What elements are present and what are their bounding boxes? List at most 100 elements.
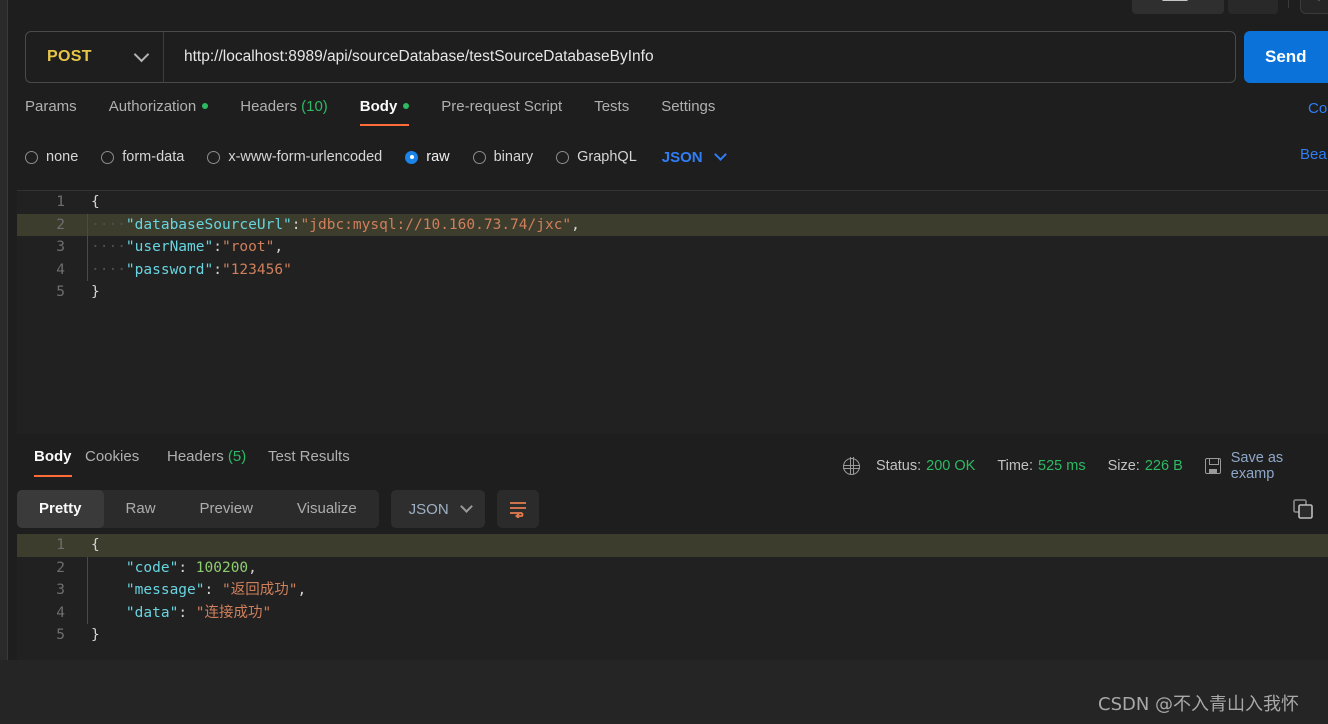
window-chrome-strip: [0, 0, 1328, 20]
time-value: 525 ms: [1038, 458, 1086, 474]
response-toolbar: Pretty Raw Preview Visualize JSON: [17, 490, 539, 528]
code-line: 4 "data": "连接成功": [17, 601, 1328, 625]
chrome-tab-fragment[interactable]: [1132, 0, 1224, 14]
status-label: Status:: [876, 458, 922, 474]
indent-guide: [87, 213, 88, 236]
body-type-label: GraphQL: [577, 149, 637, 165]
token-pun: [91, 582, 126, 598]
radio-icon: [472, 150, 486, 164]
token-key: "password": [125, 261, 214, 278]
radio-icon: [207, 150, 221, 164]
chrome-tab-fragment-2[interactable]: [1228, 0, 1278, 14]
request-tab-label: Body: [359, 98, 398, 115]
code-text: ····"password":"123456": [91, 259, 292, 282]
line-number: 3: [56, 239, 65, 255]
body-type-label: raw: [426, 149, 450, 165]
indent-guide: [87, 258, 88, 281]
view-mode-preview[interactable]: Preview: [178, 490, 275, 528]
code-line: 5}: [17, 624, 1328, 647]
response-tab-body[interactable]: Body: [34, 448, 72, 477]
status-value: 200 OK: [926, 458, 976, 474]
send-button[interactable]: Send: [1244, 31, 1328, 83]
code-line: 5}: [17, 281, 1328, 304]
code-line: 1{: [17, 191, 1328, 214]
request-format-selector[interactable]: JSON: [661, 148, 727, 166]
token-str: "jdbc:mysql://10.160.73.74/jxc": [300, 216, 572, 233]
body-type-label: none: [46, 149, 79, 165]
request-tab-label: Authorization: [108, 98, 197, 115]
code-line: 3 ····"userName":"root",: [17, 236, 1328, 259]
token-pun: :: [178, 559, 196, 576]
token-ws: ····: [91, 261, 126, 278]
copy-icon: [1293, 499, 1313, 519]
request-tab-body[interactable]: Body: [359, 98, 410, 126]
save-icon: [1204, 458, 1221, 474]
body-type-radio-binary[interactable]: binary: [472, 149, 533, 165]
code-text: {: [91, 534, 100, 557]
response-tab-test-results[interactable]: Test Results: [268, 448, 350, 477]
code-line: 2 "code": 100200,: [17, 556, 1328, 579]
token-str: "123456": [221, 261, 292, 278]
token-pun: :: [204, 582, 222, 598]
radio-icon: [405, 150, 419, 164]
response-format-label: JSON: [408, 500, 449, 518]
token-pun: [91, 605, 126, 621]
view-mode-raw[interactable]: Raw: [104, 490, 178, 528]
code-text: ····"userName":"root",: [91, 236, 283, 259]
beautify-link[interactable]: Bea: [1300, 146, 1327, 163]
request-tab-params[interactable]: Params: [25, 98, 77, 126]
code-line: 1{: [17, 534, 1328, 557]
response-tab-label: Body: [34, 448, 72, 465]
time-badge: Time: 525 ms: [997, 458, 1085, 474]
token-pun: :: [291, 216, 301, 233]
save-as-example-link[interactable]: Save as examp: [1231, 450, 1328, 482]
line-number: 2: [56, 216, 65, 233]
request-format-label: JSON: [661, 148, 703, 166]
url-bar-row: POST Send: [25, 31, 1328, 83]
code-text: {: [91, 191, 100, 214]
response-body-editor[interactable]: 1{2 "code": 100200, 3 "message": "返回成功", 4…: [17, 534, 1328, 660]
request-tab-headers[interactable]: Headers (10): [240, 98, 328, 126]
view-mode-pretty[interactable]: Pretty: [17, 490, 104, 528]
url-input[interactable]: [164, 32, 1235, 82]
copy-button[interactable]: [1292, 498, 1314, 520]
word-wrap-icon: [509, 502, 526, 518]
request-body-editor[interactable]: 1{2 ····"databaseSourceUrl":"jdbc:mysql:/…: [17, 190, 1328, 434]
token-key: "data": [125, 604, 179, 621]
request-tab-pre-request-script[interactable]: Pre-request Script: [441, 98, 562, 126]
request-tab-tests[interactable]: Tests: [594, 98, 629, 126]
http-method-label: POST: [47, 48, 92, 65]
request-tab-settings[interactable]: Settings: [661, 98, 715, 126]
line-number: 5: [56, 284, 65, 300]
url-box: POST: [25, 31, 1236, 83]
body-type-radio-x-www-form-urlencoded[interactable]: x-www-form-urlencoded: [207, 149, 382, 165]
token-ws: ····: [91, 239, 126, 255]
response-tab-label: Test Results: [268, 448, 350, 465]
size-value: 226 B: [1144, 458, 1183, 474]
view-mode-visualize[interactable]: Visualize: [275, 490, 379, 528]
token-ws: ····: [91, 216, 126, 233]
word-wrap-button[interactable]: [496, 490, 539, 528]
token-pun: ,: [571, 216, 580, 233]
body-type-radio-GraphQL[interactable]: GraphQL: [556, 149, 637, 165]
line-number: 4: [56, 604, 65, 621]
modified-dot-icon: [202, 103, 209, 109]
code-text: "data": "连接成功": [91, 602, 271, 625]
body-type-radio-raw[interactable]: raw: [405, 149, 450, 165]
body-type-radio-form-data[interactable]: form-data: [101, 149, 184, 165]
request-tab-count: (10): [296, 98, 328, 115]
token-pun: }: [91, 284, 100, 300]
size-badge: Size: 226 B: [1108, 458, 1183, 474]
chrome-tab-dash: [1162, 0, 1188, 1]
body-type-radio-none[interactable]: none: [25, 149, 78, 165]
indent-guide: [87, 556, 88, 579]
request-tab-authorization[interactable]: Authorization: [109, 98, 209, 126]
response-tab-cookies[interactable]: Cookies: [85, 448, 139, 477]
cookies-link[interactable]: Co: [1308, 100, 1327, 117]
response-tab-headers[interactable]: Headers (5): [167, 448, 246, 477]
token-pun: :: [178, 604, 196, 621]
response-format-selector[interactable]: JSON: [390, 490, 485, 528]
http-method-selector[interactable]: POST: [26, 32, 164, 82]
body-type-label: form-data: [122, 149, 185, 165]
token-pun: {: [91, 194, 100, 210]
